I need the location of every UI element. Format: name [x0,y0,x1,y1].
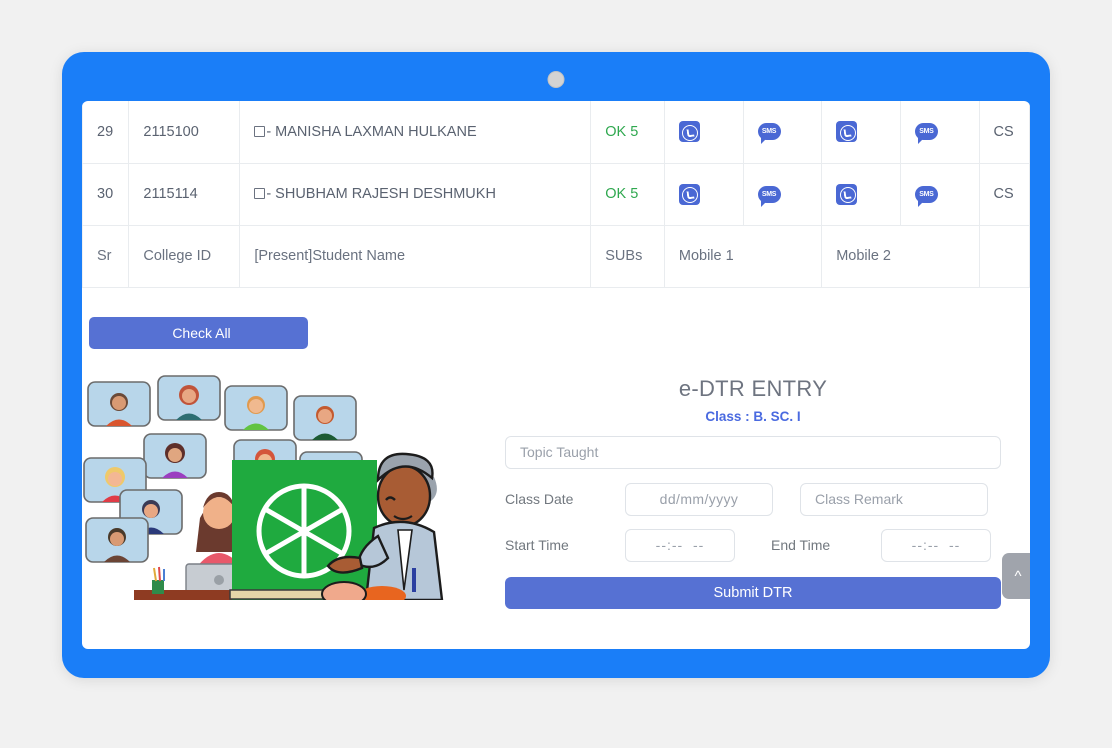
class-date-input[interactable] [625,483,773,516]
submit-dtr-button[interactable]: Submit DTR [505,577,1001,609]
row-subs-status: OK 5 [591,101,665,163]
whatsapp-icon[interactable] [836,121,857,142]
table-footer-header-row: Sr College ID [Present]Student Name SUBs… [83,225,1030,287]
chevron-up-icon: ^ [1014,568,1021,585]
check-all-button[interactable]: Check All [89,317,308,349]
start-time-label: Start Time [505,537,625,553]
whatsapp-icon[interactable] [836,184,857,205]
class-remark-input[interactable] [800,483,988,516]
mobile2-sms-cell[interactable]: SMS [900,163,979,225]
mobile2-sms-cell[interactable]: SMS [900,101,979,163]
mobile2-whatsapp-cell[interactable] [822,101,901,163]
time-row: Start Time End Time [505,529,1001,562]
table-row[interactable]: 30 2115114 - SHUBHAM RAJESH DESHMUKH OK … [83,163,1030,225]
table-row[interactable]: 29 2115100 - MANISHA LAXMAN HULKANE OK 5… [83,101,1030,163]
mobile1-sms-cell[interactable]: SMS [743,101,822,163]
row-cs-label: CS [979,101,1030,163]
class-date-row: Class Date [505,483,1001,516]
header-sr: Sr [83,225,129,287]
header-cs [979,225,1030,287]
row-serial: 30 [83,163,129,225]
header-mobile-1: Mobile 1 [664,225,821,287]
whatsapp-icon[interactable] [679,121,700,142]
edtr-title: e-DTR ENTRY [505,376,1001,402]
edtr-entry-form: e-DTR ENTRY Class : B. SC. I Class Date … [505,376,1001,609]
row-college-id: 2115114 [129,163,240,225]
row-cs-label: CS [979,163,1030,225]
sms-icon[interactable]: SMS [758,123,781,140]
row-college-id: 2115100 [129,101,240,163]
sms-icon[interactable]: SMS [758,186,781,203]
sms-icon[interactable]: SMS [915,123,938,140]
edtr-class-label: Class : B. SC. I [505,409,1001,424]
start-time-input[interactable] [625,529,735,562]
row-student-name[interactable]: - MANISHA LAXMAN HULKANE [240,101,591,163]
student-checkbox[interactable] [254,188,265,199]
mobile1-whatsapp-cell[interactable] [664,101,743,163]
student-table: 29 2115100 - MANISHA LAXMAN HULKANE OK 5… [82,101,1030,288]
lower-content-area: e-DTR ENTRY Class : B. SC. I Class Date … [82,368,1030,600]
student-name-text: - SHUBHAM RAJESH DESHMUKH [266,186,496,202]
header-college-id: College ID [129,225,240,287]
mobile2-whatsapp-cell[interactable] [822,163,901,225]
row-serial: 29 [83,101,129,163]
end-time-input[interactable] [881,529,991,562]
student-table-container: 29 2115100 - MANISHA LAXMAN HULKANE OK 5… [82,101,1030,288]
online-class-illustration [82,368,497,600]
topic-taught-input[interactable] [505,436,1001,469]
end-time-label: End Time [771,537,881,553]
row-student-name[interactable]: - SHUBHAM RAJESH DESHMUKH [240,163,591,225]
student-checkbox[interactable] [254,126,265,137]
device-screen: 29 2115100 - MANISHA LAXMAN HULKANE OK 5… [82,101,1030,649]
whatsapp-icon[interactable] [679,184,700,205]
mobile1-whatsapp-cell[interactable] [664,163,743,225]
mobile1-sms-cell[interactable]: SMS [743,163,822,225]
header-student-name: [Present]Student Name [240,225,591,287]
header-mobile-2: Mobile 2 [822,225,979,287]
sms-icon[interactable]: SMS [915,186,938,203]
class-date-label: Class Date [505,491,625,507]
student-name-text: - MANISHA LAXMAN HULKANE [266,124,476,140]
header-subs: SUBs [591,225,665,287]
scroll-to-top-button[interactable]: ^ [1002,553,1030,599]
camera-dot [548,71,565,88]
tablet-device-frame: 29 2115100 - MANISHA LAXMAN HULKANE OK 5… [62,52,1050,678]
row-subs-status: OK 5 [591,163,665,225]
